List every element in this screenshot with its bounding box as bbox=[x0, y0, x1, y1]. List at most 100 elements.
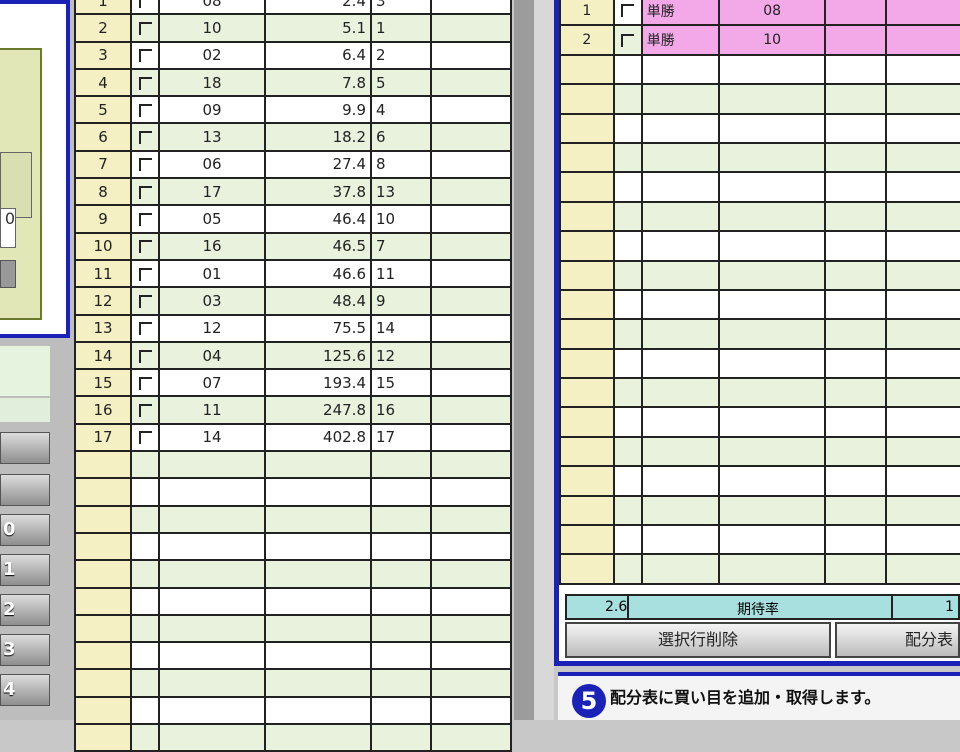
checkbox-icon[interactable] bbox=[138, 267, 152, 281]
checkbox-icon[interactable] bbox=[138, 76, 152, 90]
row-checkbox[interactable] bbox=[130, 231, 160, 261]
table-row[interactable]: 14 04 125.6 12 bbox=[74, 340, 512, 371]
table-row[interactable]: 7 06 27.4 8 bbox=[74, 149, 512, 180]
row-checkbox[interactable] bbox=[130, 40, 160, 70]
side-button[interactable]: 2 bbox=[0, 594, 50, 626]
bet-checkbox[interactable] bbox=[612, 24, 643, 56]
bet-checkbox[interactable] bbox=[612, 347, 643, 380]
bet-checkbox[interactable] bbox=[612, 83, 643, 115]
bet-row[interactable]: 1 単勝 08 bbox=[559, 0, 960, 27]
bet-row[interactable] bbox=[559, 230, 960, 262]
side-button[interactable]: 1 bbox=[0, 554, 50, 586]
checkbox-icon[interactable] bbox=[138, 431, 152, 445]
table-row[interactable] bbox=[74, 723, 512, 752]
bet-row[interactable] bbox=[559, 83, 960, 115]
row-checkbox[interactable] bbox=[130, 149, 160, 180]
row-checkbox[interactable] bbox=[130, 177, 160, 207]
row-checkbox[interactable] bbox=[130, 122, 160, 152]
row-checkbox[interactable] bbox=[130, 258, 160, 289]
row-checkbox[interactable] bbox=[130, 422, 160, 453]
checkbox-icon[interactable] bbox=[138, 185, 152, 199]
table-row[interactable] bbox=[74, 613, 512, 644]
bet-checkbox[interactable] bbox=[612, 112, 643, 144]
row-checkbox[interactable] bbox=[130, 641, 160, 671]
row-checkbox[interactable] bbox=[130, 340, 160, 371]
bet-checkbox[interactable] bbox=[612, 377, 643, 409]
splitter-bar[interactable] bbox=[514, 0, 534, 720]
bet-checkbox[interactable] bbox=[612, 171, 643, 203]
bet-checkbox[interactable] bbox=[612, 288, 643, 321]
bet-checkbox[interactable] bbox=[612, 494, 643, 527]
delete-selected-button[interactable]: 選択行削除 bbox=[565, 622, 831, 658]
checkbox-icon[interactable] bbox=[138, 349, 152, 363]
row-checkbox[interactable] bbox=[130, 67, 160, 98]
row-checkbox[interactable] bbox=[130, 723, 160, 752]
table-row[interactable]: 11 01 46.6 11 bbox=[74, 258, 512, 289]
bet-row[interactable] bbox=[559, 553, 960, 585]
bet-checkbox[interactable] bbox=[612, 259, 643, 291]
row-checkbox[interactable] bbox=[130, 286, 160, 316]
bet-checkbox[interactable] bbox=[612, 406, 643, 438]
row-checkbox[interactable] bbox=[130, 395, 160, 425]
checkbox-icon[interactable] bbox=[621, 33, 635, 47]
row-checkbox[interactable] bbox=[130, 0, 160, 16]
table-row[interactable]: 9 05 46.4 10 bbox=[74, 204, 512, 234]
side-button[interactable]: 0 bbox=[0, 514, 50, 546]
table-row[interactable] bbox=[74, 504, 512, 534]
table-row[interactable] bbox=[74, 668, 512, 698]
side-button[interactable] bbox=[0, 432, 50, 464]
bet-checkbox[interactable] bbox=[612, 141, 643, 174]
row-checkbox[interactable] bbox=[130, 668, 160, 698]
bet-checkbox[interactable] bbox=[612, 553, 643, 585]
bet-row[interactable] bbox=[559, 53, 960, 86]
bet-row[interactable] bbox=[559, 377, 960, 409]
table-row[interactable]: 12 03 48.4 9 bbox=[74, 286, 512, 316]
side-button[interactable]: 3 bbox=[0, 634, 50, 666]
table-row[interactable]: 5 09 9.9 4 bbox=[74, 95, 512, 125]
bet-row[interactable] bbox=[559, 465, 960, 497]
bet-checkbox[interactable] bbox=[612, 0, 643, 27]
row-checkbox[interactable] bbox=[130, 559, 160, 589]
table-row[interactable] bbox=[74, 531, 512, 562]
bet-row[interactable] bbox=[559, 288, 960, 321]
bet-checkbox[interactable] bbox=[612, 200, 643, 233]
bet-row[interactable] bbox=[559, 524, 960, 556]
bet-checkbox[interactable] bbox=[612, 53, 643, 86]
table-row[interactable] bbox=[74, 586, 512, 616]
row-checkbox[interactable] bbox=[130, 313, 160, 343]
bet-checkbox[interactable] bbox=[612, 230, 643, 262]
row-checkbox[interactable] bbox=[130, 504, 160, 534]
table-row[interactable]: 16 11 247.8 16 bbox=[74, 395, 512, 425]
checkbox-icon[interactable] bbox=[138, 213, 152, 227]
row-checkbox[interactable] bbox=[130, 613, 160, 644]
side-button[interactable] bbox=[0, 474, 50, 506]
checkbox-icon[interactable] bbox=[138, 49, 152, 63]
table-row[interactable]: 17 14 402.8 17 bbox=[74, 422, 512, 453]
bet-row[interactable] bbox=[559, 347, 960, 380]
table-row[interactable] bbox=[74, 477, 512, 507]
side-button[interactable]: 4 bbox=[0, 674, 50, 706]
bet-checkbox[interactable] bbox=[612, 435, 643, 468]
checkbox-icon[interactable] bbox=[138, 158, 152, 172]
row-checkbox[interactable] bbox=[130, 450, 160, 480]
table-row[interactable]: 15 07 193.4 15 bbox=[74, 368, 512, 398]
table-row[interactable]: 2 10 5.1 1 bbox=[74, 13, 512, 43]
checkbox-icon[interactable] bbox=[138, 376, 152, 390]
distribution-button[interactable]: 配分表 bbox=[835, 622, 960, 658]
left-value-input[interactable]: 0 bbox=[0, 208, 16, 248]
bet-checkbox[interactable] bbox=[612, 318, 643, 350]
bet-row[interactable] bbox=[559, 141, 960, 174]
table-row[interactable]: 3 02 6.4 2 bbox=[74, 40, 512, 70]
checkbox-icon[interactable] bbox=[138, 0, 152, 8]
bet-row[interactable] bbox=[559, 259, 960, 291]
row-checkbox[interactable] bbox=[130, 204, 160, 234]
checkbox-icon[interactable] bbox=[138, 240, 152, 254]
table-row[interactable]: 8 17 37.8 13 bbox=[74, 177, 512, 207]
row-checkbox[interactable] bbox=[130, 586, 160, 616]
bet-row[interactable]: 2 単勝 10 bbox=[559, 24, 960, 56]
checkbox-icon[interactable] bbox=[138, 103, 152, 117]
bet-row[interactable] bbox=[559, 112, 960, 144]
bet-row[interactable] bbox=[559, 435, 960, 468]
bet-row[interactable] bbox=[559, 318, 960, 350]
bet-row[interactable] bbox=[559, 406, 960, 438]
